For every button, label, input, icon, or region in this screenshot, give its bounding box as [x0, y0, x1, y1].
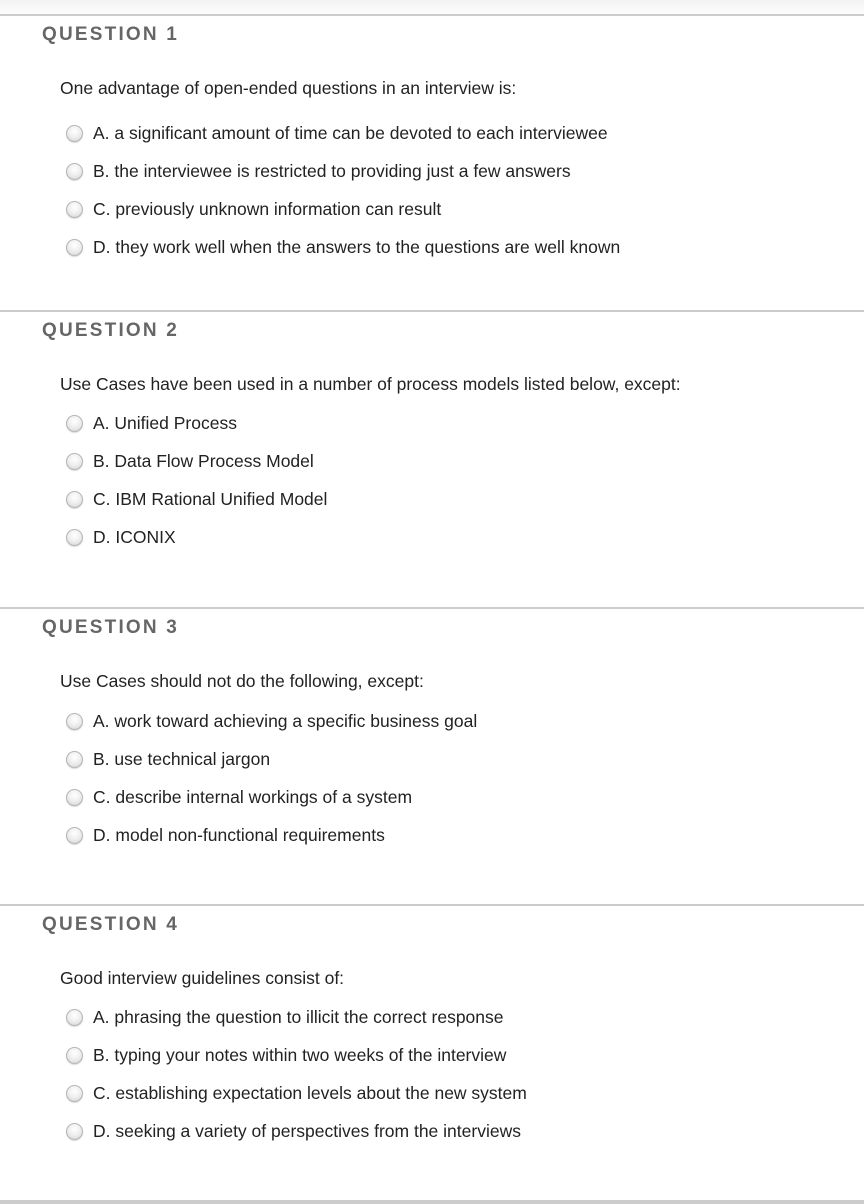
option-label: A. Unified Process [93, 412, 237, 433]
question-heading: QUESTION 1 [42, 24, 180, 45]
answer-options: A. Unified Process B. Data Flow Process … [66, 404, 327, 556]
option-label: C. IBM Rational Unified Model [93, 488, 328, 509]
radio-button[interactable] [66, 1008, 83, 1026]
question-heading: QUESTION 3 [42, 617, 180, 638]
option-label: B. Data Flow Process Model [93, 450, 314, 471]
top-bar [0, 0, 864, 14]
option-label: A. phrasing the question to illicit the … [93, 1006, 504, 1027]
answer-options: A. phrasing the question to illicit the … [66, 998, 527, 1150]
option-label: A. a significant amount of time can be d… [93, 122, 608, 143]
question-4: QUESTION 4 Good interview guidelines con… [0, 904, 864, 1200]
question-text: Use Cases have been used in a number of … [60, 374, 681, 394]
option-d[interactable]: D. they work well when the answers to th… [66, 228, 620, 266]
option-d[interactable]: D. seeking a variety of perspectives fro… [66, 1112, 527, 1150]
option-a[interactable]: A. phrasing the question to illicit the … [66, 998, 527, 1036]
question-2: QUESTION 2 Use Cases have been used in a… [0, 310, 864, 607]
radio-button[interactable] [66, 124, 83, 142]
option-a[interactable]: A. a significant amount of time can be d… [66, 114, 620, 152]
question-text: One advantage of open-ended questions in… [60, 78, 517, 98]
option-b[interactable]: B. the interviewee is restricted to prov… [66, 152, 620, 190]
question-text: Use Cases should not do the following, e… [60, 671, 424, 691]
option-label: C. previously unknown information can re… [93, 198, 442, 219]
option-label: A. work toward achieving a specific busi… [93, 710, 478, 731]
question-heading: QUESTION 4 [42, 914, 180, 935]
radio-button[interactable] [66, 414, 83, 432]
option-label: C. describe internal workings of a syste… [93, 786, 413, 807]
option-d[interactable]: D. model non-functional requirements [66, 816, 477, 854]
radio-button[interactable] [66, 162, 83, 180]
radio-button[interactable] [66, 1122, 83, 1140]
question-text: Good interview guidelines consist of: [60, 968, 345, 988]
radio-button[interactable] [66, 788, 83, 806]
radio-button[interactable] [66, 200, 83, 218]
option-label: D. ICONIX [93, 526, 176, 547]
option-label: D. they work well when the answers to th… [93, 236, 621, 257]
option-b[interactable]: B. use technical jargon [66, 740, 477, 778]
option-c[interactable]: C. describe internal workings of a syste… [66, 778, 477, 816]
option-b[interactable]: B. typing your notes within two weeks of… [66, 1036, 527, 1074]
radio-button[interactable] [66, 750, 83, 768]
radio-button[interactable] [66, 238, 83, 256]
option-label: B. typing your notes within two weeks of… [93, 1044, 507, 1065]
radio-button[interactable] [66, 826, 83, 844]
option-a[interactable]: A. Unified Process [66, 404, 327, 442]
option-a[interactable]: A. work toward achieving a specific busi… [66, 702, 477, 740]
option-b[interactable]: B. Data Flow Process Model [66, 442, 327, 480]
radio-button[interactable] [66, 1046, 83, 1064]
radio-button[interactable] [66, 452, 83, 470]
radio-button[interactable] [66, 712, 83, 730]
option-label: B. use technical jargon [93, 748, 271, 769]
question-3: QUESTION 3 Use Cases should not do the f… [0, 607, 864, 904]
option-label: D. model non-functional requirements [93, 824, 385, 845]
option-label: D. seeking a variety of perspectives fro… [93, 1120, 521, 1141]
radio-button[interactable] [66, 528, 83, 546]
radio-button[interactable] [66, 1084, 83, 1102]
radio-button[interactable] [66, 490, 83, 508]
answer-options: A. work toward achieving a specific busi… [66, 702, 477, 854]
option-c[interactable]: C. IBM Rational Unified Model [66, 480, 327, 518]
option-label: C. establishing expectation levels about… [93, 1082, 527, 1103]
option-c[interactable]: C. previously unknown information can re… [66, 190, 620, 228]
option-d[interactable]: D. ICONIX [66, 518, 327, 556]
question-heading: QUESTION 2 [42, 320, 180, 341]
divider [0, 1200, 864, 1204]
option-label: B. the interviewee is restricted to prov… [93, 160, 571, 181]
answer-options: A. a significant amount of time can be d… [66, 114, 620, 266]
option-c[interactable]: C. establishing expectation levels about… [66, 1074, 527, 1112]
question-1: QUESTION 1 One advantage of open-ended q… [0, 14, 864, 310]
